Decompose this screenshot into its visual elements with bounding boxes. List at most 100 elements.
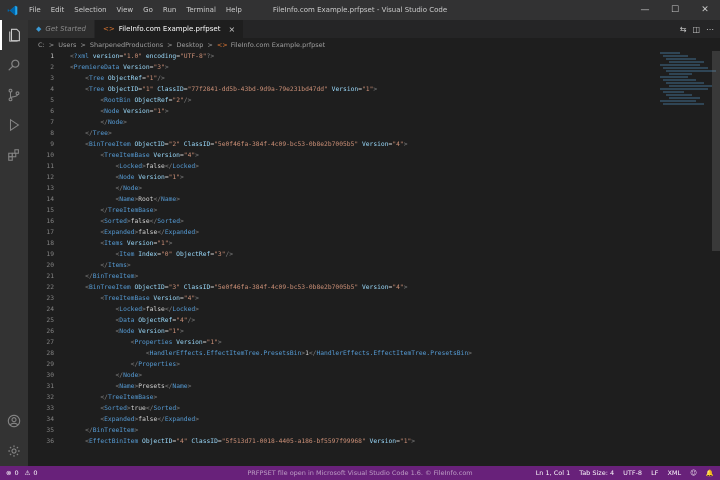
code-line[interactable]: </Node> [70, 370, 472, 381]
vscode-icon: ◆ [36, 25, 42, 33]
source-control-icon[interactable] [0, 80, 28, 110]
breadcrumb-user[interactable]: SharpenedProductions [90, 41, 163, 49]
tab-size[interactable]: Tab Size: 4 [579, 469, 614, 477]
close-tab-icon[interactable]: × [228, 25, 235, 34]
code-line[interactable]: <RootBin ObjectRef="2"/> [70, 95, 472, 106]
code-line[interactable]: <?xml version="1.0" encoding="UTF-8"?> [70, 51, 472, 62]
code-line[interactable]: <TreeItemBase Version="4"> [70, 150, 472, 161]
code-editor[interactable]: 1 2 3 4 5 6 7 8 9 10 11 12 13 14 15 16 17 18 19 20 21 22 23 24 2… [28, 51, 720, 466]
vscode-logo-icon [0, 0, 24, 20]
minimap[interactable] [660, 51, 716, 111]
menu-bar: File Edit Selection View Go Run Terminal… [24, 0, 247, 20]
cursor-position[interactable]: Ln 1, Col 1 [536, 469, 571, 477]
breadcrumb-desktop[interactable]: Desktop [177, 41, 204, 49]
code-line[interactable]: <Node Version="1"> [70, 172, 472, 183]
breadcrumb-users[interactable]: Users [58, 41, 76, 49]
code-line[interactable]: <Locked>false</Locked> [70, 161, 472, 172]
menu-run[interactable]: Run [158, 0, 181, 20]
search-icon[interactable] [0, 50, 28, 80]
extensions-icon[interactable] [0, 140, 28, 170]
code-line[interactable]: </Node> [70, 117, 472, 128]
code-line[interactable]: <Sorted>true</Sorted> [70, 403, 472, 414]
code-line[interactable]: <Sorted>false</Sorted> [70, 216, 472, 227]
run-debug-icon[interactable] [0, 110, 28, 140]
line-number: 10 [46, 152, 54, 159]
warning-count: 0 [33, 469, 38, 477]
code-line[interactable]: </Items> [70, 260, 472, 271]
breadcrumb-separator: > [80, 40, 86, 49]
minimap-line [663, 55, 688, 57]
code-line[interactable]: <Node Version="1"> [70, 106, 472, 117]
line-number: 13 [46, 185, 54, 192]
more-actions-icon[interactable]: ⋯ [706, 25, 714, 34]
tab-get-started[interactable]: ◆ Get Started [28, 20, 95, 38]
code-line[interactable]: <Name>Presets</Name> [70, 381, 472, 392]
line-number: 24 [46, 306, 54, 313]
code-line[interactable]: <Tree ObjectRef="1"/> [70, 73, 472, 84]
breadcrumb-file[interactable]: FileInfo.com Example.prfpset [231, 41, 326, 49]
line-number: 19 [46, 251, 54, 258]
problems-indicator[interactable]: ⊗ 0 ⚠ 0 [0, 469, 38, 477]
code-line[interactable]: <EffectBinItem ObjectID="4" ClassID="5f5… [70, 436, 472, 447]
code-line[interactable]: </Node> [70, 183, 472, 194]
minimap-line [669, 85, 712, 87]
menu-help[interactable]: Help [221, 0, 247, 20]
account-icon[interactable] [0, 406, 28, 436]
menu-terminal[interactable]: Terminal [181, 0, 221, 20]
tab-prfpset-file[interactable]: <> FileInfo.com Example.prfpset × [94, 20, 245, 38]
warning-icon: ⚠ [24, 469, 31, 477]
notifications-bell-icon[interactable]: 🔔 [706, 469, 714, 477]
code-line[interactable]: <HandlerEffects.EffectItemTree.PresetsBi… [70, 348, 472, 359]
code-line[interactable]: <Tree ObjectID="1" ClassID="77f2841-dd5b… [70, 84, 472, 95]
code-line[interactable]: <Data ObjectRef="4"/> [70, 315, 472, 326]
menu-go[interactable]: Go [138, 0, 158, 20]
close-window-button[interactable]: ✕ [690, 0, 720, 20]
line-number: 25 [46, 317, 54, 324]
line-number: 26 [46, 328, 54, 335]
code-line[interactable]: <TreeItemBase Version="4"> [70, 293, 472, 304]
code-line[interactable]: </TreeItemBase> [70, 205, 472, 216]
compare-icon[interactable]: ⇆ [680, 25, 687, 34]
code-line[interactable]: <Items Version="1"> [70, 238, 472, 249]
code-line[interactable]: <Properties Version="1"> [70, 337, 472, 348]
code-line[interactable]: <Expanded>false</Expanded> [70, 227, 472, 238]
minimap-line [663, 103, 704, 105]
split-editor-icon[interactable]: ◫ [692, 25, 700, 34]
line-number: 33 [46, 405, 54, 412]
menu-file[interactable]: File [24, 0, 46, 20]
code-line[interactable]: <Expanded>false</Expanded> [70, 414, 472, 425]
vertical-scrollbar[interactable] [712, 51, 720, 251]
code-line[interactable]: <Name>Root</Name> [70, 194, 472, 205]
feedback-icon[interactable]: ☺ [690, 469, 697, 477]
code-line[interactable]: </BinTreeItem> [70, 425, 472, 436]
minimize-button[interactable]: — [630, 0, 660, 20]
activity-bottom [0, 406, 28, 466]
line-number: 15 [46, 207, 54, 214]
code-line[interactable]: <PremiereData Version="3"> [70, 62, 472, 73]
menu-selection[interactable]: Selection [69, 0, 111, 20]
breadcrumb-drive[interactable]: C: [38, 41, 45, 49]
menu-edit[interactable]: Edit [46, 0, 70, 20]
code-line[interactable]: </Properties> [70, 359, 472, 370]
line-number: 9 [50, 141, 54, 148]
code-line[interactable]: </Tree> [70, 128, 472, 139]
code-line[interactable]: <BinTreeItem ObjectID="3" ClassID="5e0f4… [70, 282, 472, 293]
tab-label: FileInfo.com Example.prfpset [118, 25, 221, 33]
code-line[interactable]: </TreeItemBase> [70, 392, 472, 403]
maximize-button[interactable]: ☐ [660, 0, 690, 20]
language-mode[interactable]: XML [667, 469, 681, 477]
encoding[interactable]: UTF-8 [623, 469, 642, 477]
line-number: 35 [46, 427, 54, 434]
code-line[interactable]: <BinTreeItem ObjectID="2" ClassID="5e0f4… [70, 139, 472, 150]
code-line[interactable]: </BinTreeItem> [70, 271, 472, 282]
explorer-icon[interactable] [0, 20, 28, 50]
menu-view[interactable]: View [112, 0, 139, 20]
code-line[interactable]: <Locked>false</Locked> [70, 304, 472, 315]
line-ending[interactable]: LF [651, 469, 658, 477]
code-line[interactable]: <Item Index="0" ObjectRef="3"/> [70, 249, 472, 260]
code-line[interactable]: <Node Version="1"> [70, 326, 472, 337]
settings-gear-icon[interactable] [0, 436, 28, 466]
line-number: 20 [46, 262, 54, 269]
line-number: 2 [50, 64, 54, 71]
code-content[interactable]: <?xml version="1.0" encoding="UTF-8"?> <P… [70, 51, 472, 447]
